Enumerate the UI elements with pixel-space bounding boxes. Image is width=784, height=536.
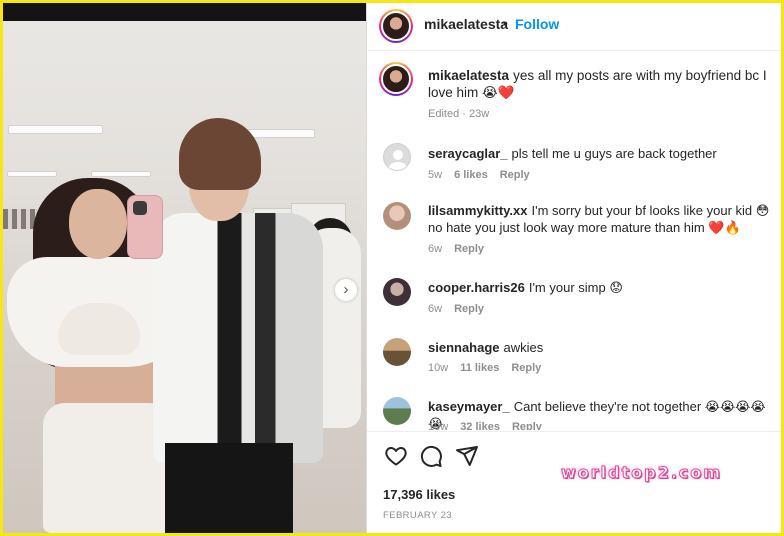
comment-body: I'm your simp 😟 bbox=[528, 280, 623, 295]
comment-username[interactable]: kaseymayer_ bbox=[428, 399, 510, 414]
comment-time: 6w bbox=[428, 303, 443, 315]
comment-meta: 10w 11 likes Reply bbox=[428, 362, 553, 374]
post-photo[interactable]: › bbox=[3, 3, 366, 533]
woman-top bbox=[58, 303, 140, 355]
default-avatar-icon[interactable] bbox=[383, 143, 411, 171]
man-pants bbox=[165, 443, 293, 533]
share-icon[interactable] bbox=[455, 444, 479, 468]
caption-edited-time: Edited · 23w bbox=[428, 108, 490, 120]
caption-text: mikaelatesta yes all my posts are with my… bbox=[428, 67, 773, 101]
comment-icon[interactable] bbox=[419, 444, 443, 468]
camera bbox=[133, 201, 147, 215]
comment-text: siennahage awkies bbox=[428, 339, 773, 356]
comment-meta: 6w Reply bbox=[428, 243, 496, 255]
comment-likes[interactable]: 6 likes bbox=[454, 169, 488, 181]
comment-item: seraycaglar_ pls tell me u guys are back … bbox=[367, 143, 781, 193]
post-frame: › mikaelatesta • Follow mikaelatesta yes … bbox=[3, 3, 781, 533]
commenter-avatar[interactable] bbox=[383, 338, 411, 366]
comment-item: lilsammykitty.xx I'm sorry but your bf lo… bbox=[367, 202, 781, 262]
comment-time: 6w bbox=[428, 243, 443, 255]
post-date: FEBRUARY 23 bbox=[383, 510, 452, 521]
ceiling-light bbox=[7, 171, 57, 177]
reply-button[interactable]: Reply bbox=[454, 303, 484, 315]
comment-meta: 6w Reply bbox=[428, 303, 496, 315]
comment-time: 5w bbox=[428, 169, 443, 181]
comment-text: lilsammykitty.xx I'm sorry but your bf lo… bbox=[428, 202, 773, 236]
comment-item: siennahage awkies 10w 11 likes Reply bbox=[367, 338, 781, 388]
comment-body: pls tell me u guys are back together bbox=[511, 146, 717, 161]
ceiling-light bbox=[91, 171, 151, 177]
comment-username[interactable]: seraycaglar_ bbox=[428, 146, 508, 161]
comment-meta: 10w 32 likes Reply bbox=[428, 421, 554, 430]
caption-avatar[interactable] bbox=[379, 62, 413, 96]
woman-face bbox=[69, 189, 127, 259]
comment-body: awkies bbox=[503, 340, 544, 355]
caption-username[interactable]: mikaelatesta bbox=[428, 68, 509, 83]
reply-button[interactable]: Reply bbox=[454, 243, 484, 255]
woman-skirt bbox=[43, 403, 171, 533]
phone bbox=[127, 195, 163, 259]
reply-button[interactable]: Reply bbox=[511, 362, 541, 374]
commenter-avatar[interactable] bbox=[383, 278, 411, 306]
commenter-avatar[interactable] bbox=[383, 202, 411, 230]
watermark: worldtop2.com bbox=[560, 463, 723, 483]
comment-meta: 5w 6 likes Reply bbox=[428, 169, 542, 181]
post-actions: 17,396 likes FEBRUARY 23 worldtop2.com bbox=[367, 431, 781, 533]
comment-time: 10w bbox=[428, 421, 449, 430]
man-shirt bbox=[153, 213, 323, 463]
likes-count[interactable]: 17,396 likes bbox=[383, 487, 455, 502]
author-username[interactable]: mikaelatesta bbox=[424, 16, 508, 32]
reply-button[interactable]: Reply bbox=[500, 169, 530, 181]
comment-username[interactable]: siennahage bbox=[428, 340, 500, 355]
follow-button[interactable]: Follow bbox=[515, 16, 559, 32]
comment-time: 10w bbox=[428, 362, 449, 374]
post-header: mikaelatesta • Follow bbox=[367, 3, 781, 51]
comment-likes[interactable]: 32 likes bbox=[460, 421, 500, 430]
comments-list[interactable]: mikaelatesta yes all my posts are with my… bbox=[367, 52, 781, 430]
author-avatar[interactable] bbox=[379, 9, 413, 43]
comment-username[interactable]: cooper.harris26 bbox=[428, 280, 525, 295]
comment-text: seraycaglar_ pls tell me u guys are back … bbox=[428, 145, 773, 162]
separator-dot: • bbox=[503, 15, 508, 31]
carousel-next-button[interactable]: › bbox=[335, 279, 357, 301]
heart-icon[interactable] bbox=[384, 444, 408, 468]
comment-item: cooper.harris26 I'm your simp 😟 6w Reply bbox=[367, 278, 781, 328]
ceiling-light bbox=[8, 125, 103, 134]
reply-button[interactable]: Reply bbox=[512, 421, 542, 430]
comment-username[interactable]: lilsammykitty.xx bbox=[428, 203, 527, 218]
comment-text: cooper.harris26 I'm your simp 😟 bbox=[428, 279, 773, 296]
comment-likes[interactable]: 11 likes bbox=[460, 362, 499, 374]
comment-item: kaseymayer_ Cant believe they're not toge… bbox=[367, 397, 781, 430]
post-details-panel: mikaelatesta • Follow mikaelatesta yes al… bbox=[366, 3, 781, 533]
commenter-avatar[interactable] bbox=[383, 397, 411, 425]
